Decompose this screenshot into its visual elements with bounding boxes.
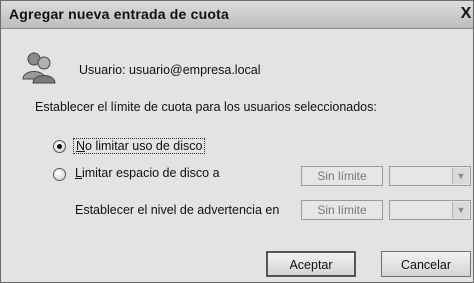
accept-button[interactable]: Aceptar bbox=[266, 251, 356, 277]
users-icon bbox=[22, 52, 56, 84]
chevron-down-icon[interactable]: ▼ bbox=[452, 202, 469, 218]
chevron-down-icon[interactable]: ▼ bbox=[452, 168, 469, 184]
limit-disk-radio[interactable] bbox=[53, 168, 66, 181]
instruction-text: Establecer el límite de cuota para los u… bbox=[35, 100, 377, 114]
close-icon[interactable]: X bbox=[458, 3, 474, 24]
warning-level-input[interactable]: Sin límite bbox=[301, 200, 383, 220]
no-limit-label[interactable]: No limitar uso de disco bbox=[73, 138, 206, 154]
cancel-button[interactable]: Cancelar bbox=[381, 251, 471, 277]
disk-limit-input[interactable]: Sin límite bbox=[301, 166, 383, 186]
disk-limit-unit-select[interactable]: ▼ bbox=[389, 166, 471, 186]
dialog-title: Agregar nueva entrada de cuota bbox=[9, 6, 229, 22]
title-bar[interactable]: Agregar nueva entrada de cuota X bbox=[1, 1, 473, 29]
warning-level-label: Establecer el nivel de advertencia en bbox=[75, 203, 280, 217]
user-label: Usuario: usuario@empresa.local bbox=[79, 63, 261, 77]
limit-disk-label[interactable]: Limitar espacio de disco a bbox=[75, 166, 220, 180]
no-limit-radio[interactable] bbox=[53, 140, 66, 153]
warning-level-unit-select[interactable]: ▼ bbox=[389, 200, 471, 220]
quota-dialog: Agregar nueva entrada de cuota X Usuario… bbox=[0, 0, 474, 283]
